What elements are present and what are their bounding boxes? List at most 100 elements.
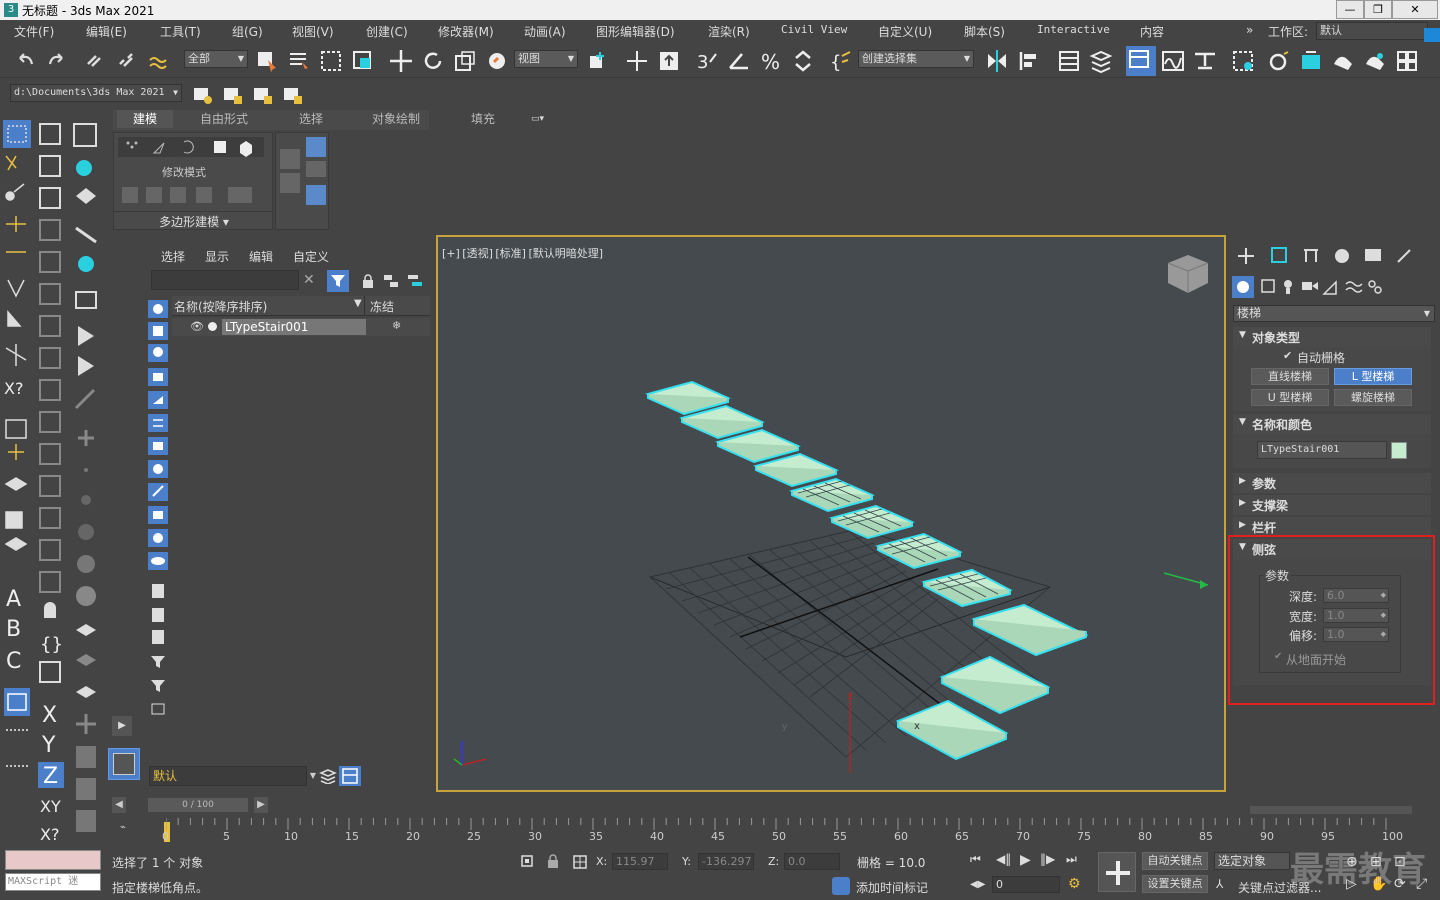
angle-snap-icon[interactable] bbox=[726, 48, 752, 74]
ribbon-tab-modeling[interactable]: 建模 bbox=[117, 110, 173, 128]
minimize-button[interactable]: — bbox=[1336, 0, 1364, 19]
x-coord-input[interactable]: 115.97 bbox=[612, 853, 668, 870]
maxscript-mini-listener[interactable]: MAXScript 迷 bbox=[5, 873, 101, 891]
selection-lock-icon[interactable] bbox=[546, 854, 560, 871]
layer-settings-icon[interactable] bbox=[339, 766, 361, 786]
key-filter-icon[interactable]: ⅄ bbox=[1216, 877, 1223, 891]
scene-explorer-toggle-icon[interactable] bbox=[1056, 48, 1082, 74]
freeze-snowflake-icon[interactable]: ❄ bbox=[392, 319, 401, 332]
viewport-layout-tab[interactable] bbox=[108, 748, 140, 780]
menu-edit[interactable]: 编辑(E) bbox=[86, 23, 127, 40]
panel-scrollbar[interactable] bbox=[1250, 806, 1412, 814]
track-bar-icon[interactable]: ⌁ bbox=[120, 822, 126, 833]
name-color-rollout[interactable]: ▼ 名称和颜色 bbox=[1233, 414, 1431, 434]
current-frame-input[interactable]: 0 bbox=[992, 876, 1060, 893]
view-cube-icon[interactable] bbox=[1167, 255, 1209, 293]
menu-create[interactable]: 创建(C) bbox=[366, 23, 408, 40]
workspace-dropdown[interactable]: 默认 bbox=[1316, 22, 1428, 40]
material-editor-icon[interactable] bbox=[1230, 48, 1256, 74]
snap-3d-icon[interactable]: 3 bbox=[694, 48, 720, 74]
straight-stair-button[interactable]: 直线楼梯 bbox=[1251, 368, 1329, 385]
play-icon[interactable]: ▶ bbox=[1020, 852, 1031, 868]
render-setup-icon[interactable] bbox=[1266, 48, 1292, 74]
poly-modeling-dropdown[interactable]: 多边形建模 ▾ bbox=[114, 211, 274, 231]
time-slider-prev[interactable]: ◀ bbox=[112, 797, 126, 813]
ribbon-tab-selection[interactable]: 选择 bbox=[285, 110, 337, 128]
menu-tools[interactable]: 工具(T) bbox=[160, 23, 201, 40]
bind-space-warp-icon[interactable] bbox=[146, 48, 172, 74]
maximize-button[interactable]: ❐ bbox=[1364, 0, 1392, 19]
redo-icon[interactable] bbox=[44, 48, 70, 74]
ribbon-toggle-icon[interactable] bbox=[1126, 46, 1156, 76]
key-mode-icon[interactable]: ◀▶ bbox=[970, 879, 985, 890]
z-coord-input[interactable]: 0.0 bbox=[784, 853, 840, 870]
mirror-icon[interactable] bbox=[984, 48, 1010, 74]
window-crossing-icon[interactable] bbox=[350, 48, 376, 74]
clear-search-icon[interactable]: ✕ bbox=[303, 272, 315, 288]
rendered-frame-icon[interactable] bbox=[1298, 48, 1324, 74]
curve-editor-icon[interactable] bbox=[1160, 48, 1186, 74]
go-to-end-icon[interactable]: ⏭ bbox=[1066, 852, 1077, 867]
layer-explorer-icon[interactable] bbox=[1088, 48, 1114, 74]
add-time-tag-button[interactable]: 添加时间标记 bbox=[856, 879, 928, 896]
select-object-icon[interactable] bbox=[254, 48, 280, 74]
l-type-stair-button[interactable]: L 型楼梯 bbox=[1334, 368, 1412, 385]
project-folder-icon[interactable] bbox=[190, 82, 216, 108]
sort-arrow-icon[interactable]: ▼ bbox=[354, 298, 362, 309]
placement-icon[interactable] bbox=[484, 48, 510, 74]
table-row[interactable]: 👁 LTypeStair001 ❄ bbox=[172, 318, 430, 336]
previous-frame-icon[interactable]: ◀‖ bbox=[996, 852, 1011, 866]
menu-scripting[interactable]: 脚本(S) bbox=[964, 23, 1005, 40]
menu-group[interactable]: 组(G) bbox=[232, 23, 263, 40]
rotate-icon[interactable] bbox=[420, 48, 446, 74]
schematic-view-icon[interactable] bbox=[1192, 48, 1218, 74]
project-open-icon[interactable] bbox=[220, 82, 246, 108]
expand-explorer-icon[interactable]: ▶ bbox=[112, 716, 132, 736]
object-name-input[interactable]: LTypeStair001 bbox=[1257, 441, 1387, 459]
ribbon-options-icon[interactable]: ▭▾ bbox=[531, 114, 553, 126]
railings-rollout[interactable]: ▶ 栏杆 bbox=[1233, 517, 1431, 537]
perspective-viewport[interactable]: [+] [透视] [标准] [默认明暗处理] z y x bbox=[436, 235, 1226, 792]
time-slider-next[interactable]: ▶ bbox=[254, 797, 268, 813]
absolute-mode-icon[interactable] bbox=[572, 854, 588, 873]
menu-view[interactable]: 视图(V) bbox=[292, 23, 334, 40]
hierarchy-icon[interactable] bbox=[383, 274, 399, 291]
go-to-start-icon[interactable]: ⏮ bbox=[970, 852, 981, 867]
carriage-rollout[interactable]: ▶ 支撑梁 bbox=[1233, 495, 1431, 515]
edit-named-selection-icon[interactable]: { bbox=[828, 48, 854, 74]
select-by-name-icon[interactable] bbox=[286, 48, 312, 74]
track-bar[interactable]: ⌁ 0 5 10 15 20 25 30 35 40 45 50 55 60 65 70 75 80 85 90 95… bbox=[110, 816, 1440, 846]
named-selection-dropdown[interactable]: 创建选择集 ▼ bbox=[858, 50, 974, 68]
link-icon[interactable] bbox=[82, 48, 108, 74]
spinner-snap-icon[interactable] bbox=[790, 48, 816, 74]
object-name-cell[interactable]: LTypeStair001 bbox=[222, 319, 366, 335]
unlink-icon[interactable] bbox=[114, 48, 140, 74]
close-button[interactable]: ✕ bbox=[1392, 0, 1438, 19]
menu-civil-view[interactable]: Civil View bbox=[781, 23, 847, 36]
auto-key-button[interactable]: 自动关键点 bbox=[1142, 852, 1208, 870]
project-path-dropdown[interactable]: d:\Documents\3ds Max 2021 ▼ bbox=[10, 84, 182, 102]
object-color-swatch[interactable] bbox=[1391, 442, 1407, 459]
menu-animation[interactable]: 动画(A) bbox=[524, 23, 566, 40]
visibility-eye-icon[interactable]: 👁 bbox=[190, 320, 204, 333]
select-manipulate-icon[interactable] bbox=[624, 48, 650, 74]
render-iterative-icon[interactable] bbox=[1362, 48, 1388, 74]
menu-rendering[interactable]: 渲染(R) bbox=[708, 23, 750, 40]
spiral-stair-button[interactable]: 螺旋楼梯 bbox=[1334, 389, 1412, 406]
filter-icon[interactable] bbox=[327, 270, 349, 292]
selection-filter-dropdown[interactable]: 全部 ▼ bbox=[184, 50, 248, 68]
category-dropdown[interactable]: 楼梯 ▼ bbox=[1233, 305, 1435, 322]
project-new-icon[interactable] bbox=[250, 82, 276, 108]
isolate-selection-icon[interactable] bbox=[520, 854, 534, 871]
u-type-stair-button[interactable]: U 型楼梯 bbox=[1251, 389, 1329, 406]
align-icon[interactable] bbox=[1016, 48, 1042, 74]
explorer-tab-customize[interactable]: 自定义 bbox=[293, 248, 329, 265]
scale-icon[interactable] bbox=[452, 48, 478, 74]
percent-snap-icon[interactable]: % bbox=[758, 48, 784, 74]
project-set-icon[interactable] bbox=[280, 82, 306, 108]
menu-modifiers[interactable]: 修改器(M) bbox=[438, 23, 494, 40]
set-key-button[interactable]: 设置关键点 bbox=[1142, 875, 1208, 893]
reference-coord-dropdown[interactable]: 视图 ▼ bbox=[514, 50, 578, 68]
menu-interactive[interactable]: Interactive bbox=[1037, 23, 1110, 36]
autogrid-checkbox[interactable]: ✔ bbox=[1283, 349, 1292, 362]
